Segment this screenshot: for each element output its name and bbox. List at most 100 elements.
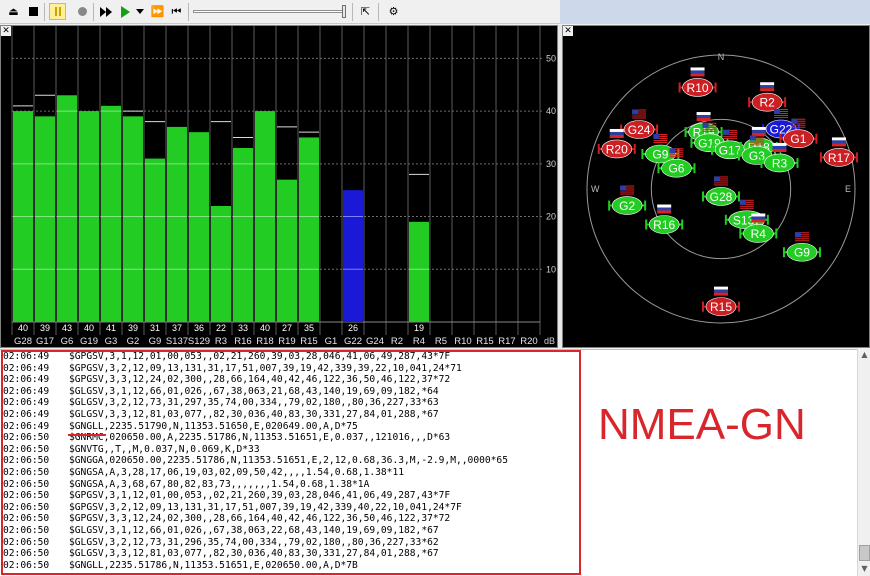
direction-east: E	[845, 184, 851, 194]
log-line: 02:06:49 $GPGSV,3,3,12,24,02,300,,28,66,1…	[3, 374, 858, 386]
log-sentence: $GNGSA,A,3,68,67,80,82,83,73,,,,,,,1.54,…	[69, 478, 370, 490]
flag-stripe	[690, 67, 705, 71]
log-sentence: $GPGSV,3,3,12,24,02,300,,28,66,164,40,42…	[69, 513, 451, 525]
log-sentence: $GNGLL,2235.51790,N,11353.51650,E,020649…	[69, 420, 358, 432]
satellite-label: G28	[710, 190, 733, 204]
close-icon[interactable]: ✕	[1, 26, 11, 36]
satellite-marker: R17	[819, 137, 858, 167]
expand-icon[interactable]: ⇱	[357, 3, 374, 20]
scroll-thumb[interactable]	[859, 545, 870, 561]
play-icon[interactable]	[98, 3, 115, 20]
toolbar: ⏏ ⏩ ⏮ ⇱ ⚙	[0, 0, 870, 24]
skip-to-start-icon[interactable]: ⏮	[168, 3, 185, 20]
satellite-id-label: G19	[80, 336, 98, 347]
direction-north: N	[718, 52, 725, 62]
satellite-label: G6	[668, 162, 684, 176]
log-line: 02:06:50 $GLGSV,3,3,12,81,03,077,,82,30,0…	[3, 548, 858, 560]
playback-slider-thumb[interactable]	[342, 5, 346, 18]
fast-forward-icon[interactable]: ⏩	[149, 3, 166, 20]
snr-bar	[299, 137, 319, 322]
snr-chart-panel: ✕ 50 40 30 20 10 40 G28 39 G17 43 G6 40 G19 41 G3 39 G2 3…	[0, 25, 558, 348]
pause-icon[interactable]	[49, 3, 66, 20]
play-icon[interactable]	[117, 3, 134, 20]
scroll-up-icon[interactable]: ▲	[858, 349, 870, 361]
flag-stripe	[831, 143, 846, 147]
snr-bar	[189, 132, 209, 322]
flag-stripe	[723, 135, 738, 137]
snr-value-label: 33	[238, 323, 248, 333]
play-dropdown-icon[interactable]	[134, 3, 146, 20]
close-icon[interactable]: ✕	[563, 26, 573, 36]
flag-stripe	[749, 143, 764, 145]
flag-canton	[723, 129, 730, 135]
nmea-log[interactable]: 02:06:49 $GPGSV,3,1,12,01,00,053,,02,21,2…	[0, 349, 870, 576]
snr-bar	[211, 206, 231, 322]
snr-value-label: 40	[260, 323, 270, 333]
log-line: 02:06:49 $GLGSV,3,1,12,66,01,026,,67,38,0…	[3, 386, 858, 398]
log-line: 02:06:50 $GNGSA,A,3,28,17,06,19,03,02,09,…	[3, 467, 858, 479]
scroll-down-icon[interactable]: ▼	[858, 563, 870, 575]
eject-icon[interactable]: ⏏	[5, 3, 22, 20]
flag-stripe	[774, 116, 789, 118]
satellite-id-label: R20	[520, 336, 537, 347]
satellite-label: R4	[751, 227, 767, 241]
satellite-id-label: R2	[391, 336, 403, 347]
settings-icon[interactable]: ⚙	[385, 3, 402, 20]
satellite-id-label: R16	[234, 336, 251, 347]
flag-stripe	[696, 112, 711, 116]
playback-slider[interactable]	[193, 10, 343, 13]
app-window: ⏏ ⏩ ⏮ ⇱ ⚙ ✕ 50 40 30 20 10 40 G28 39 G17 43 G6 40 G1…	[0, 0, 870, 576]
flag-canton	[749, 135, 756, 141]
flag-stripe	[714, 292, 728, 296]
snr-bar	[57, 95, 77, 322]
flag-stripe	[772, 145, 787, 149]
flag-canton	[791, 118, 798, 124]
y-tick-label: 10	[546, 264, 556, 274]
flag-stripe	[620, 193, 635, 195]
log-timestamp: 02:06:49	[3, 374, 50, 386]
flag-canton	[702, 122, 709, 128]
log-timestamp: 02:06:50	[3, 524, 50, 536]
flag-stripe	[739, 205, 754, 207]
log-timestamp: 02:06:50	[3, 548, 50, 560]
flag-stripe	[723, 137, 738, 139]
satellite-label: G24	[628, 123, 651, 137]
log-sentence: $GPGSV,3,2,12,09,13,131,31,17,51,007,39,…	[69, 362, 462, 374]
snr-value-label: 27	[282, 323, 292, 333]
snr-bar	[277, 179, 297, 322]
flag-stripe	[794, 238, 809, 240]
flag-stripe	[794, 240, 809, 242]
stop-icon[interactable]	[25, 3, 42, 20]
log-scrollbar[interactable]: ▲ ▼	[857, 349, 870, 576]
flag-stripe	[657, 210, 672, 214]
satellite-id-label: R15	[476, 336, 493, 347]
toolbar-separator	[378, 3, 379, 21]
log-timestamp: 02:06:49	[3, 408, 50, 420]
log-timestamp: 02:06:50	[3, 559, 50, 571]
satellite-label: R16	[653, 218, 675, 232]
flag-stripe	[831, 140, 846, 144]
flag-stripe	[669, 154, 684, 156]
flag-canton	[739, 199, 746, 205]
flag-stripe	[772, 148, 787, 152]
log-timestamp: 02:06:49	[3, 397, 50, 409]
y-tick-label: 30	[546, 159, 556, 169]
flag-canton	[653, 134, 660, 140]
flag-stripe	[609, 128, 624, 132]
satellite-label: G9	[794, 246, 810, 260]
record-icon[interactable]	[74, 3, 91, 20]
satellite-id-label: R15	[300, 336, 317, 347]
flag-stripe	[751, 216, 766, 220]
log-sentence: $GNGGA,020650.00,2235.51786,N,11353.5165…	[69, 455, 508, 467]
log-sentence: $GLGSV,3,2,12,73,31,296,35,74,00,334,,79…	[69, 536, 439, 548]
log-timestamp: 02:06:50	[3, 478, 50, 490]
log-sentence: $GNGLL,2235.51786,N,11353.51651,E,020650…	[69, 559, 358, 571]
flag-stripe	[751, 219, 766, 223]
log-line: 02:06:49 $GPGSV,3,1,12,01,00,053,,02,21,2…	[3, 351, 858, 363]
flag-stripe	[760, 85, 775, 89]
flag-stripe	[714, 182, 728, 184]
satellite-id-label: R5	[435, 336, 447, 347]
flag-canton	[774, 108, 781, 114]
satellite-id-label: G6	[61, 336, 74, 347]
flag-stripe	[609, 131, 624, 135]
